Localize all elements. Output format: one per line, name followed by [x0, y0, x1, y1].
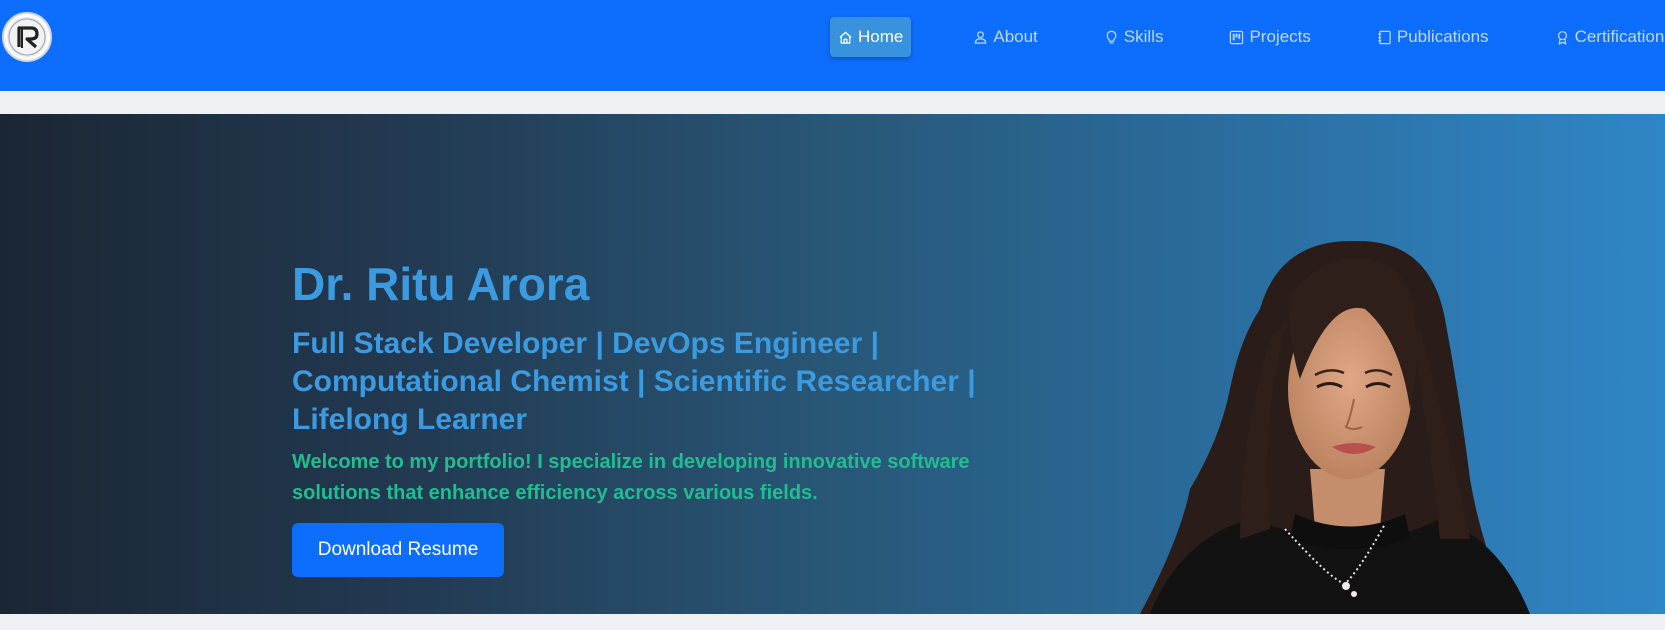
- download-resume-button[interactable]: Download Resume: [292, 523, 504, 577]
- hero-welcome-text: Welcome to my portfolio! I specialize in…: [292, 451, 970, 504]
- hero-subtitle: Full Stack Developer | DevOps Engineer |…: [292, 327, 976, 436]
- profile-photo: [1140, 240, 1530, 614]
- hero-text: Dr. Ritu Arora Full Stack Developer | De…: [292, 259, 1052, 577]
- nav-label-about: About: [993, 27, 1038, 46]
- journal-icon: [1378, 30, 1391, 44]
- nav-label-skills: Skills: [1123, 27, 1164, 46]
- nav-item-about[interactable]: About: [965, 17, 1045, 57]
- lightbulb-icon: [1106, 30, 1117, 44]
- logo-icon: [8, 18, 46, 56]
- nav-label-certifications: Certifications: [1574, 27, 1665, 46]
- nav-item-home[interactable]: Home: [830, 17, 912, 57]
- nav-item-skills[interactable]: Skills: [1096, 17, 1172, 57]
- nav-item-publications[interactable]: Publications: [1369, 17, 1497, 57]
- nav-label-projects: Projects: [1249, 27, 1311, 46]
- nav-menu: Home About Skills Projects Publications …: [830, 17, 1665, 57]
- logo[interactable]: [2, 12, 52, 62]
- kanban-icon: [1230, 30, 1244, 44]
- home-icon: [839, 31, 852, 44]
- hero-section: Dr. Ritu Arora Full Stack Developer | De…: [0, 114, 1665, 614]
- nav-label-publications: Publications: [1396, 27, 1489, 46]
- nav-item-projects[interactable]: Projects: [1221, 17, 1318, 57]
- hero-name: Dr. Ritu Arora: [292, 258, 590, 310]
- nav-label-home: Home: [858, 27, 904, 46]
- user-icon: [975, 30, 987, 44]
- navbar: Home About Skills Projects Publications …: [0, 0, 1665, 91]
- nav-item-certifications[interactable]: Certifications: [1547, 17, 1665, 57]
- award-icon: [1557, 30, 1567, 45]
